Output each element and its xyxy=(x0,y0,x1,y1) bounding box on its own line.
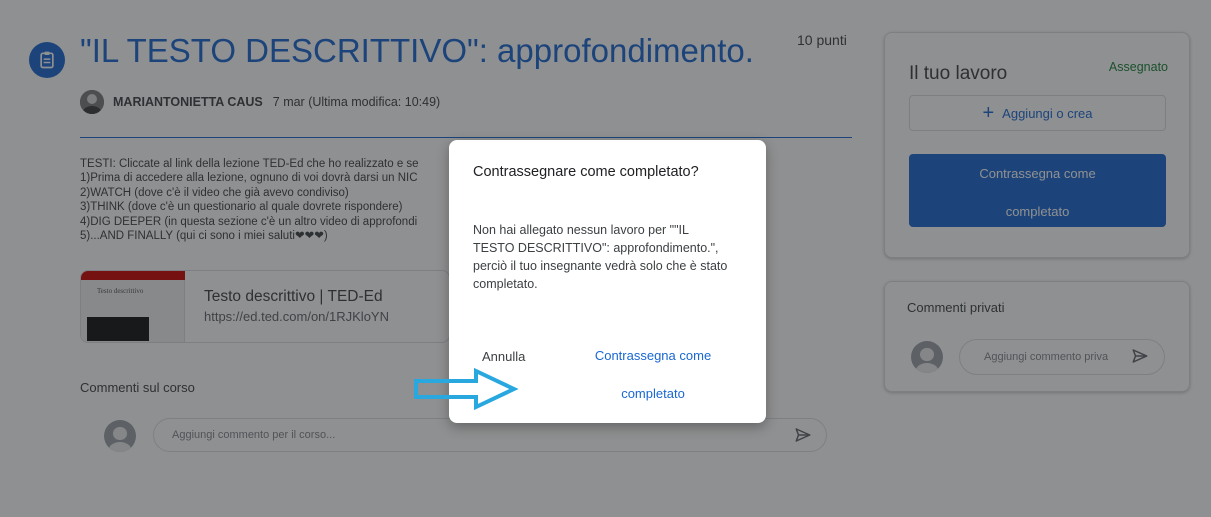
dialog-body: Non hai allegato nessun lavoro per ""IL … xyxy=(473,223,728,291)
cancel-button[interactable]: Annulla xyxy=(482,349,525,364)
confirm-mark-done-button[interactable]: Contrassegna come completato xyxy=(577,346,729,404)
confirm-line2: completato xyxy=(621,386,685,401)
dialog-title: Contrassegnare come completato? xyxy=(473,164,699,180)
confirm-line1: Contrassegna come xyxy=(594,348,712,363)
arrow-annotation-icon xyxy=(414,367,519,411)
